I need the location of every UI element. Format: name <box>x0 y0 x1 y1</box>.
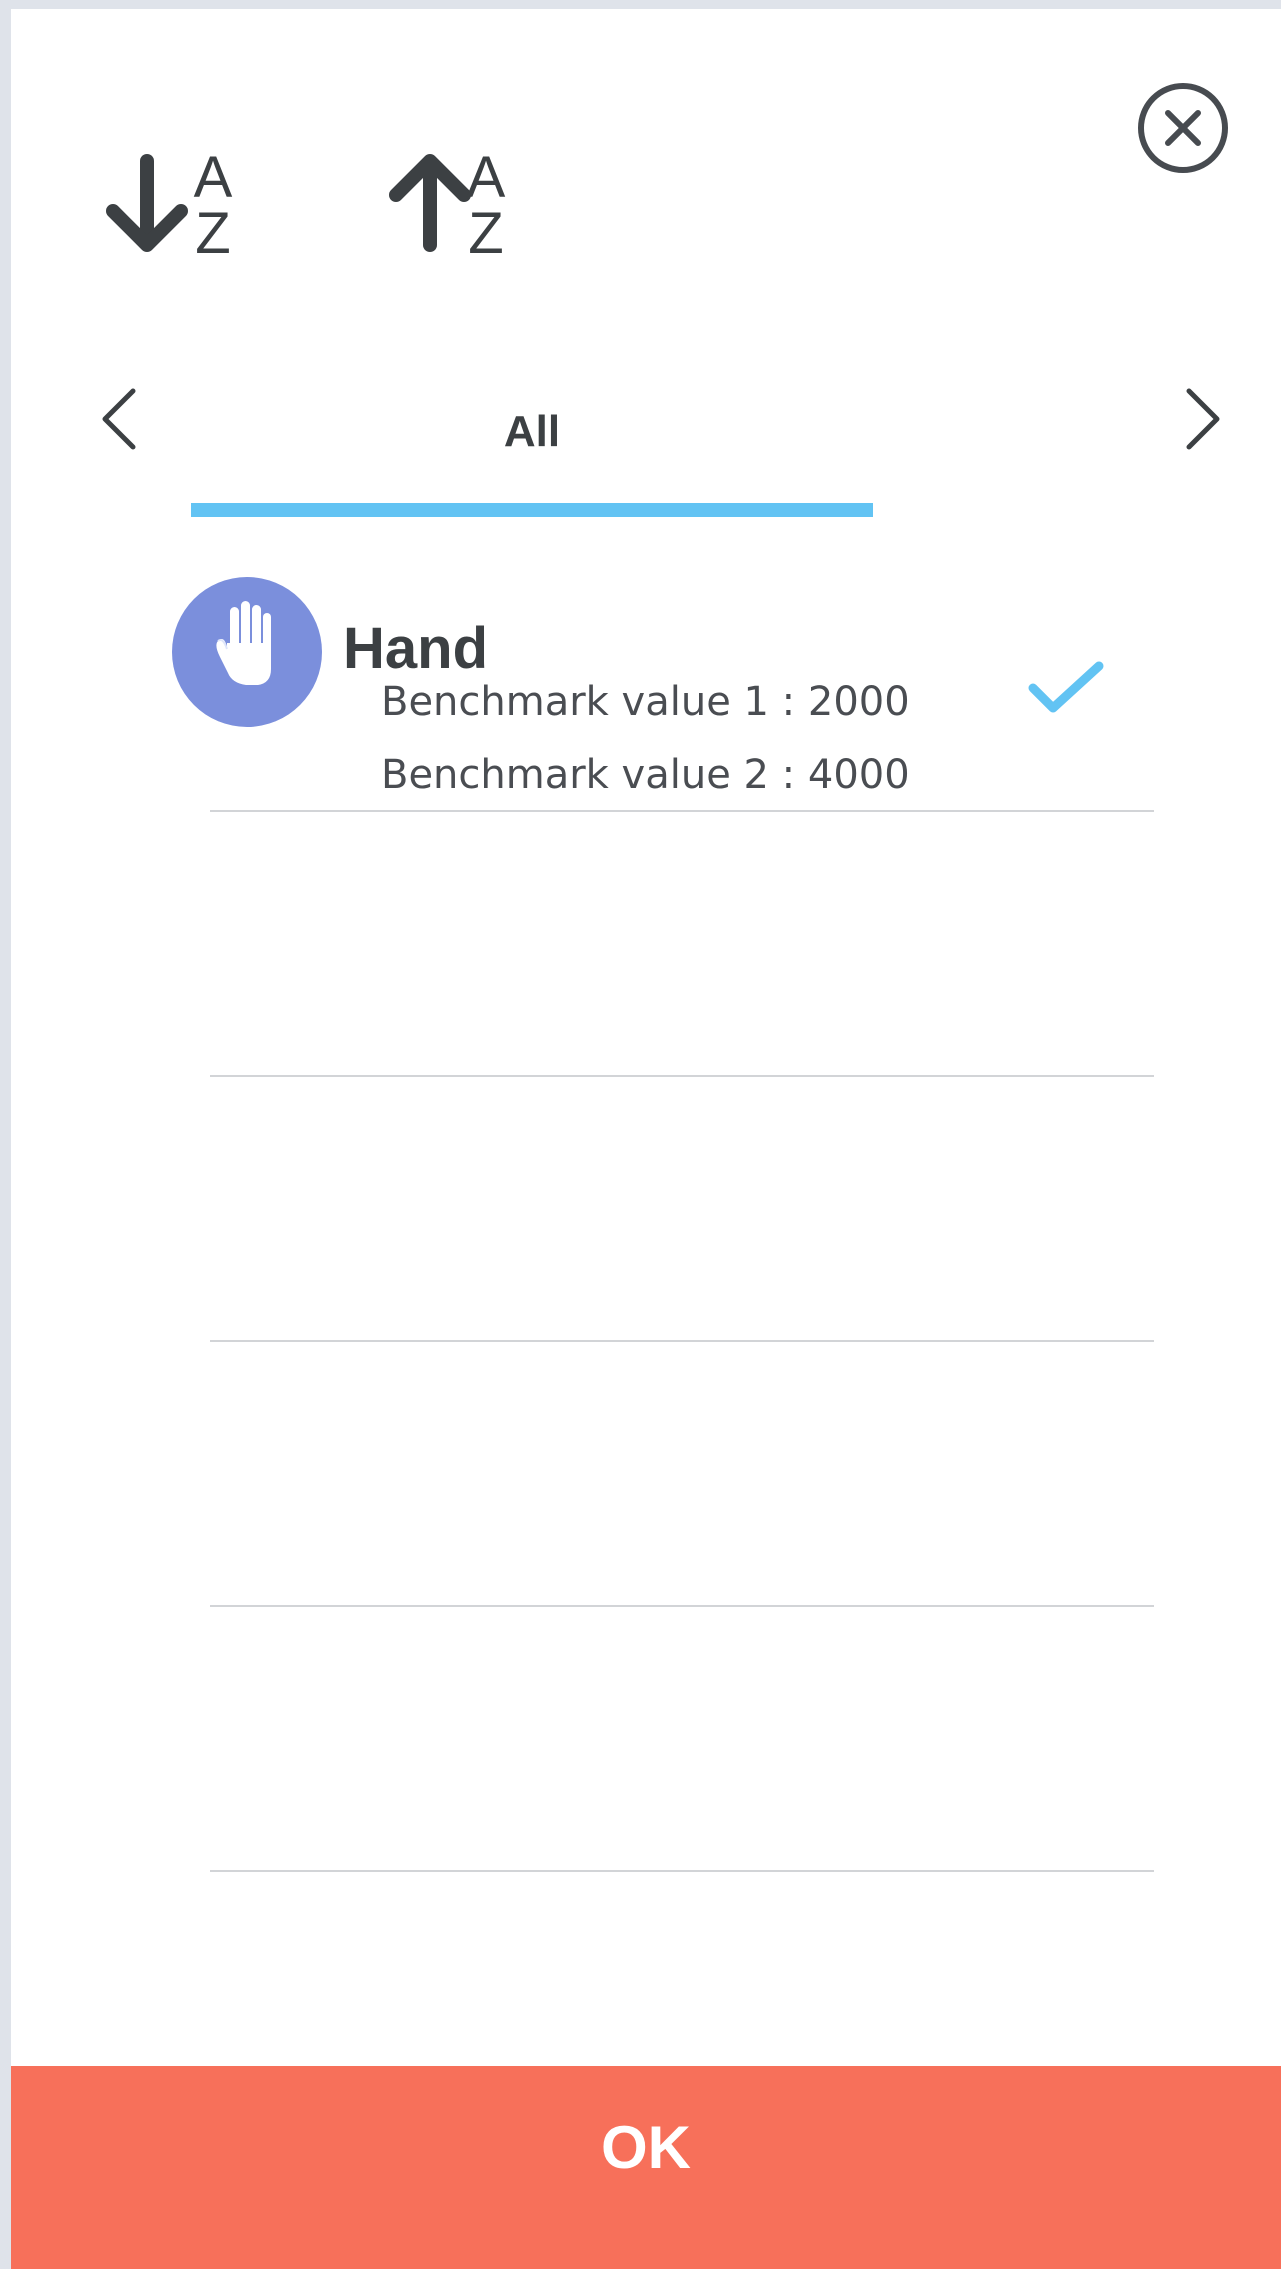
ok-button[interactable]: OK <box>11 2066 1281 2269</box>
sort-a-z-up-button[interactable]: A Z <box>376 145 516 279</box>
list-item-empty[interactable] <box>11 812 1281 1074</box>
list-item-empty[interactable] <box>11 1607 1281 1869</box>
hand-icon <box>216 601 271 685</box>
list-item-empty[interactable] <box>11 1077 1281 1339</box>
tab-all[interactable]: All <box>191 389 873 519</box>
sort-asc-letter-z: Z <box>468 201 503 266</box>
sort-a-z-down-icon: A Z <box>106 145 233 266</box>
chevron-left-icon <box>102 388 136 450</box>
sort-a-z-up-icon: A Z <box>389 145 506 266</box>
tab-prev-button[interactable] <box>91 379 151 459</box>
chevron-right-icon <box>1186 388 1220 450</box>
close-circle-icon <box>1138 83 1228 173</box>
tab-all-label: All <box>503 407 561 456</box>
item-title: Hand <box>343 616 488 681</box>
ok-button-label: OK <box>601 2114 691 2181</box>
sort-filter-dialog: A Z A Z All Hand Benchmark value 1: 200… <box>11 9 1281 2269</box>
list-item[interactable]: Hand Benchmark value 1 : 2000 Benchmark … <box>11 559 1281 821</box>
close-button[interactable] <box>1136 81 1230 175</box>
sort-a-z-down-button[interactable]: A Z <box>93 145 233 279</box>
checkmark-icon <box>1028 661 1104 713</box>
tab-next-button[interactable] <box>1171 379 1231 459</box>
avatar <box>172 577 322 727</box>
tab-active-indicator <box>191 503 873 517</box>
list-divider <box>210 1870 1154 1872</box>
list-item-empty[interactable] <box>11 1342 1281 1604</box>
item-benchmark-2: Benchmark value 2 : 4000 <box>381 752 910 798</box>
item-list: Hand Benchmark value 1 : 2000 Benchmark … <box>11 9 1281 2269</box>
item-benchmark-1: Benchmark value 1 : 2000 <box>381 679 910 725</box>
sort-desc-letter-z: Z <box>195 201 230 266</box>
